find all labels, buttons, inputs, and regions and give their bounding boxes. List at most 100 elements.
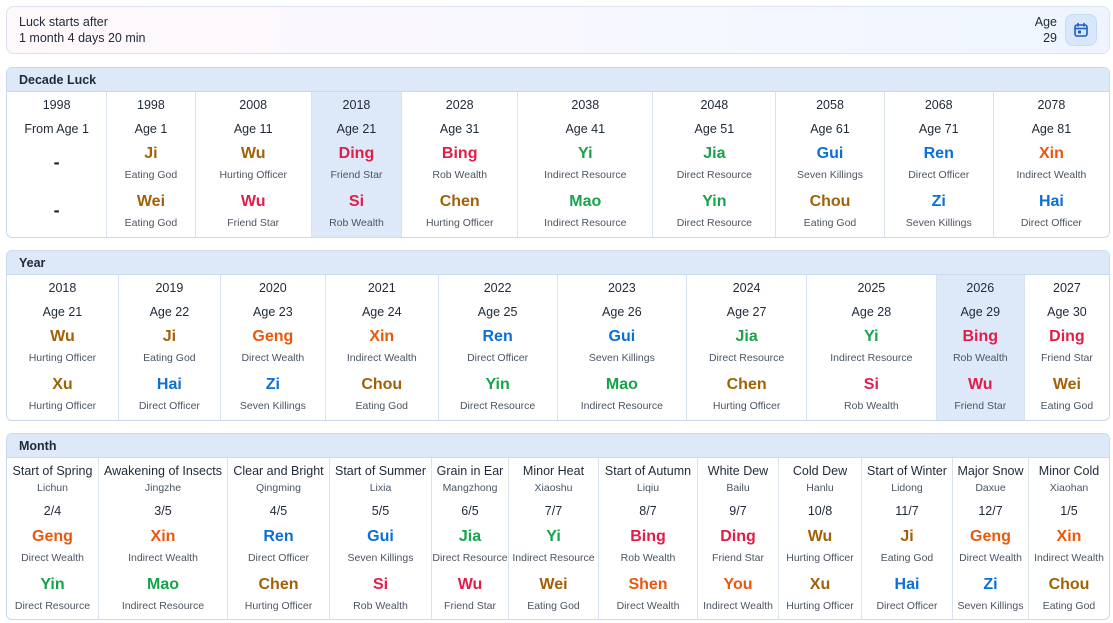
stem-ten-god: Direct Resource <box>432 552 508 564</box>
month-pillar-column[interactable]: White Dew Bailu 9/7 Ding Friend Star You Indir… <box>697 458 778 619</box>
heavenly-stem: Ji <box>900 528 914 545</box>
month-pillar-column[interactable]: Start of Summer Lixia 5/5 Gui Seven Killings… <box>329 458 431 619</box>
earthly-branch: Wu <box>967 376 993 393</box>
pillar-year: 2058 <box>816 98 844 112</box>
pillar-age: Age 71 <box>918 122 959 136</box>
earthly-branch: Xu <box>52 376 73 393</box>
branch-ten-god: Rob Wealth <box>844 400 899 412</box>
solar-term-date: 10/8 <box>807 504 833 518</box>
earthly-branch: Si <box>348 193 365 210</box>
year-pillar-column[interactable]: 2021 Age 24 Xin Indirect Wealth Chou Eating G… <box>324 275 438 420</box>
pillar-age: Age 25 <box>477 305 518 319</box>
decade-pillar-column[interactable]: 1998 Age 1 Ji Eating God Wei Eating God <box>106 92 194 237</box>
earthly-branch: Zi <box>931 193 946 210</box>
year-pillar-column[interactable]: 2026 Age 29 Bing Rob Wealth Wu Friend Star <box>935 275 1024 420</box>
month-pillar-column[interactable]: Start of Winter Lidong 11/7 Ji Eating God Hai… <box>861 458 952 619</box>
decade-pillar-column[interactable]: 1998 From Age 1 - - <box>7 92 106 237</box>
stem-ten-god: Direct Wealth <box>241 352 305 364</box>
branch-ten-god: Hurting Officer <box>244 600 313 612</box>
earthly-branch: Wu <box>240 193 266 210</box>
stem-ten-god: Direct Officer <box>247 552 310 564</box>
branch-ten-god: Indirect Resource <box>544 217 627 229</box>
stem-ten-god: Eating God <box>143 352 196 364</box>
solar-term-name: Minor Cold <box>1038 464 1100 478</box>
pillar-age: Age 24 <box>361 305 402 319</box>
stem-ten-god: Hurting Officer <box>786 552 854 564</box>
year-pillar-column[interactable]: 2027 Age 30 Ding Friend Star Wei Eating God <box>1023 275 1109 420</box>
stem-ten-god: Indirect Resource <box>512 552 595 564</box>
decade-pillar-column[interactable]: 2048 Age 51 Jia Direct Resource Yin Direct Re… <box>652 92 775 237</box>
earthly-branch: Wu <box>457 576 483 593</box>
earthly-branch: Chen <box>726 376 767 393</box>
age-value: 29 <box>1043 31 1057 45</box>
pillar-year: 2023 <box>607 281 636 295</box>
solar-term-pinyin: Liqiu <box>636 482 660 494</box>
decade-pillar-column[interactable]: 2018 Age 21 Ding Friend Star Si Rob Wealth <box>310 92 402 237</box>
stem-ten-god: Direct Officer <box>908 169 970 181</box>
month-pillar-column[interactable]: Clear and Bright Qingming 4/5 Ren Direct Off… <box>227 458 329 619</box>
pillar-year: 2028 <box>445 98 474 112</box>
year-pillar-column[interactable]: 2024 Age 27 Jia Direct Resource Chen Hurting … <box>686 275 806 420</box>
branch-ten-god: Seven Killings <box>239 400 306 412</box>
year-pillar-column[interactable]: 2019 Age 22 Ji Eating God Hai Direct Officer <box>117 275 220 420</box>
heavenly-stem: Ding <box>338 145 375 162</box>
solar-term-name: Major Snow <box>957 464 1024 478</box>
heavenly-stem: Wu <box>50 328 75 345</box>
pillar-year: 2022 <box>483 281 512 295</box>
decade-pillar-column[interactable]: 2058 Age 61 Gui Seven Killings Chou Eating Go… <box>775 92 883 237</box>
stem-ten-god: Direct Wealth <box>959 552 1022 564</box>
decade-pillar-column[interactable]: 2028 Age 31 Bing Rob Wealth Chen Hurting Offi… <box>401 92 517 237</box>
calendar-button[interactable] <box>1065 14 1097 46</box>
branch-ten-god: Hurting Officer <box>786 600 854 612</box>
pillar-age: From Age 1 <box>24 122 89 136</box>
decade-luck-section: Decade Luck 1998 From Age 1 - - 1998 Age 1 Ji E… <box>6 67 1110 238</box>
stem-ten-god: Rob Wealth <box>432 169 488 181</box>
solar-term-name: Start of Summer <box>335 464 426 478</box>
month-pillar-column[interactable]: Major Snow Daxue 12/7 Geng Direct Wealth Zi Se… <box>952 458 1028 619</box>
year-pillar-column[interactable]: 2022 Age 25 Ren Direct Officer Yin Direct Res… <box>437 275 557 420</box>
branch-ten-god: Indirect Wealth <box>703 600 773 612</box>
decade-pillar-column[interactable]: 2078 Age 81 Xin Indirect Wealth Hai Direct Of… <box>992 92 1109 237</box>
year-pillar-column[interactable]: 2023 Age 26 Gui Seven Killings Mao Indirect R… <box>556 275 687 420</box>
earthly-branch: Si <box>372 576 389 593</box>
earthly-branch: Zi <box>983 576 998 593</box>
solar-term-name: Grain in Ear <box>436 464 504 478</box>
month-pillar-column[interactable]: Minor Heat Xiaoshu 7/7 Yi Indirect Resource W… <box>508 458 598 619</box>
solar-term-date: 4/5 <box>269 504 288 518</box>
heavenly-stem: Jia <box>735 328 758 345</box>
pillar-age: Age 41 <box>565 122 606 136</box>
age-label: Age <box>1034 15 1057 29</box>
month-pillar-column[interactable]: Cold Dew Hanlu 10/8 Wu Hurting Officer Xu Hurt… <box>778 458 861 619</box>
pillar-age: Age 11 <box>233 122 273 136</box>
decade-pillar-column[interactable]: 2068 Age 71 Ren Direct Officer Zi Seven Killi… <box>883 92 993 237</box>
year-pillar-column[interactable]: 2020 Age 23 Geng Direct Wealth Zi Seven Killi… <box>219 275 325 420</box>
month-pillar-column[interactable]: Grain in Ear Mangzhong 6/5 Jia Direct Resour… <box>431 458 508 619</box>
year-pillar-column[interactable]: 2025 Age 28 Yi Indirect Resource Si Rob Wealt… <box>806 275 936 420</box>
solar-term-pinyin: Xiaoshu <box>534 482 573 494</box>
decade-pillar-column[interactable]: 2008 Age 11 Wu Hurting Officer Wu Friend Star <box>194 92 311 237</box>
decade-pillar-column[interactable]: 2038 Age 41 Yi Indirect Resource Mao Indirect… <box>517 92 652 237</box>
stem-ten-god: Direct Wealth <box>21 552 84 564</box>
earthly-branch: Yin <box>40 576 65 593</box>
branch-ten-god: Eating God <box>803 217 857 229</box>
stem-ten-god: Indirect Wealth <box>1016 169 1087 181</box>
luck-start-label: Luck starts after <box>19 15 108 29</box>
earthly-branch: Chen <box>439 193 480 210</box>
stem-ten-god: Eating God <box>880 552 934 564</box>
pillar-year: 2024 <box>732 281 761 295</box>
branch-ten-god: Friend Star <box>954 400 1007 412</box>
month-pillar-column[interactable]: Awakening of Insects Jingzhe 3/5 Xin Indirec… <box>98 458 227 619</box>
year-pillar-column[interactable]: 2018 Age 21 Wu Hurting Officer Xu Hurting Off… <box>7 275 118 420</box>
month-columns: Start of Spring Lichun 2/4 Geng Direct Wealt… <box>7 458 1109 619</box>
month-pillar-column[interactable]: Start of Spring Lichun 2/4 Geng Direct Wealt… <box>7 458 98 619</box>
solar-term-name: Start of Winter <box>867 464 947 478</box>
stem-ten-god: Indirect Wealth <box>128 552 198 564</box>
solar-term-date: 3/5 <box>154 504 172 518</box>
earthly-branch: Chou <box>1048 576 1090 593</box>
branch-ten-god: Friend Star <box>444 600 496 612</box>
solar-term-pinyin: Lixia <box>369 482 392 494</box>
earthly-branch: Xu <box>809 576 831 593</box>
month-pillar-column[interactable]: Start of Autumn Liqiu 8/7 Bing Rob Wealth She… <box>598 458 697 619</box>
month-pillar-column[interactable]: Minor Cold Xiaohan 1/5 Xin Indirect Wealth Ch… <box>1028 458 1109 619</box>
month-section: Month Start of Spring Lichun 2/4 Geng Direct… <box>6 433 1110 620</box>
